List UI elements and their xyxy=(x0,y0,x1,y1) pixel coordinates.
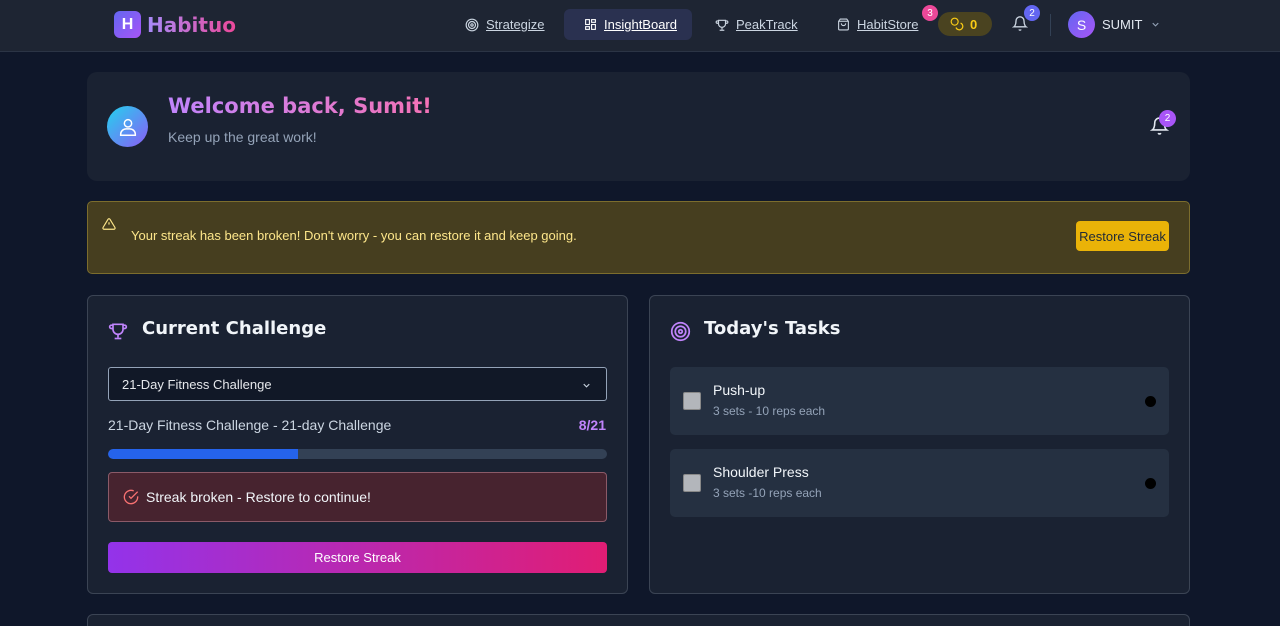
welcome-subtitle: Keep up the great work! xyxy=(168,129,317,145)
nav-label: Strategize xyxy=(486,17,545,32)
nav-insightboard[interactable]: InsightBoard xyxy=(564,9,692,40)
coin-count: 0 xyxy=(970,16,978,32)
trophy-icon xyxy=(715,19,729,31)
app-logo[interactable]: H Habituo xyxy=(114,11,236,38)
challenge-name: 21-Day Fitness Challenge - 21-day Challe… xyxy=(108,417,392,433)
dashboard-icon xyxy=(585,19,596,30)
streak-broken-status: Streak broken - Restore to continue! xyxy=(108,472,607,522)
nav-label: InsightBoard xyxy=(604,17,677,32)
welcome-title: Welcome back, Sumit! xyxy=(168,94,432,118)
task-description: 3 sets -10 reps each xyxy=(713,486,822,500)
restore-streak-alert-button[interactable]: Restore Streak xyxy=(1076,221,1169,251)
task-checkbox[interactable] xyxy=(683,474,701,492)
streak-message: Streak broken - Restore to continue! xyxy=(146,489,371,505)
logo-badge: H xyxy=(114,11,141,38)
challenge-select[interactable]: 21-Day Fitness Challenge xyxy=(108,367,607,401)
task-title: Push-up xyxy=(713,382,766,398)
nav-peaktrack[interactable]: PeakTrack xyxy=(715,9,798,40)
welcome-notifications-badge: 2 xyxy=(1159,110,1176,127)
progress-fill xyxy=(108,449,299,459)
user-icon xyxy=(119,118,136,136)
challenge-select-value: 21-Day Fitness Challenge xyxy=(122,376,272,392)
todays-tasks-card: Today's Tasks Push-up 3 sets - 10 reps e… xyxy=(649,295,1190,594)
trophy-icon xyxy=(108,323,128,340)
chevron-down-icon xyxy=(583,383,590,388)
tasks-title: Today's Tasks xyxy=(704,318,841,339)
task-status-dot xyxy=(1145,478,1156,489)
challenge-title: Current Challenge xyxy=(142,318,327,339)
store-badge: 3 xyxy=(922,5,938,21)
user-menu[interactable]: S SUMIT xyxy=(1068,11,1161,38)
task-item[interactable]: Push-up 3 sets - 10 reps each xyxy=(670,367,1169,435)
chevron-down-icon xyxy=(1152,22,1160,27)
nav-label: HabitStore xyxy=(857,17,919,32)
task-title: Shoulder Press xyxy=(713,464,809,480)
streak-alert: Your streak has been broken! Don't worry… xyxy=(87,201,1190,274)
avatar: S xyxy=(1068,11,1095,38)
navbar-divider xyxy=(1050,14,1051,36)
user-avatar xyxy=(107,106,148,147)
warning-icon xyxy=(102,218,116,230)
shopping-bag-icon xyxy=(838,18,849,31)
welcome-card: Welcome back, Sumit! Keep up the great w… xyxy=(87,72,1190,181)
check-circle-icon xyxy=(123,489,139,505)
target-icon xyxy=(465,18,479,31)
task-status-dot xyxy=(1145,396,1156,407)
coins-icon xyxy=(950,17,964,31)
notifications-badge: 2 xyxy=(1024,5,1040,21)
user-name: SUMIT xyxy=(1102,17,1143,32)
coin-balance[interactable]: 0 xyxy=(938,12,992,36)
target-icon xyxy=(670,321,691,342)
next-section-card xyxy=(87,614,1190,626)
app-name: Habituo xyxy=(147,12,236,37)
alert-message: Your streak has been broken! Don't worry… xyxy=(131,228,577,243)
challenge-progress-count: 8/21 xyxy=(578,417,606,433)
task-description: 3 sets - 10 reps each xyxy=(713,404,826,418)
challenge-progress-bar xyxy=(108,449,607,459)
task-item[interactable]: Shoulder Press 3 sets -10 reps each xyxy=(670,449,1169,517)
nav-label: PeakTrack xyxy=(736,17,798,32)
top-navbar: H Habituo Strategize InsightBoard PeakTr… xyxy=(0,0,1280,52)
task-checkbox[interactable] xyxy=(683,392,701,410)
restore-streak-button[interactable]: Restore Streak xyxy=(108,542,607,573)
current-challenge-card: Current Challenge 21-Day Fitness Challen… xyxy=(87,295,628,594)
nav-habitstore[interactable]: HabitStore xyxy=(837,9,918,40)
nav-strategize[interactable]: Strategize xyxy=(465,9,545,40)
